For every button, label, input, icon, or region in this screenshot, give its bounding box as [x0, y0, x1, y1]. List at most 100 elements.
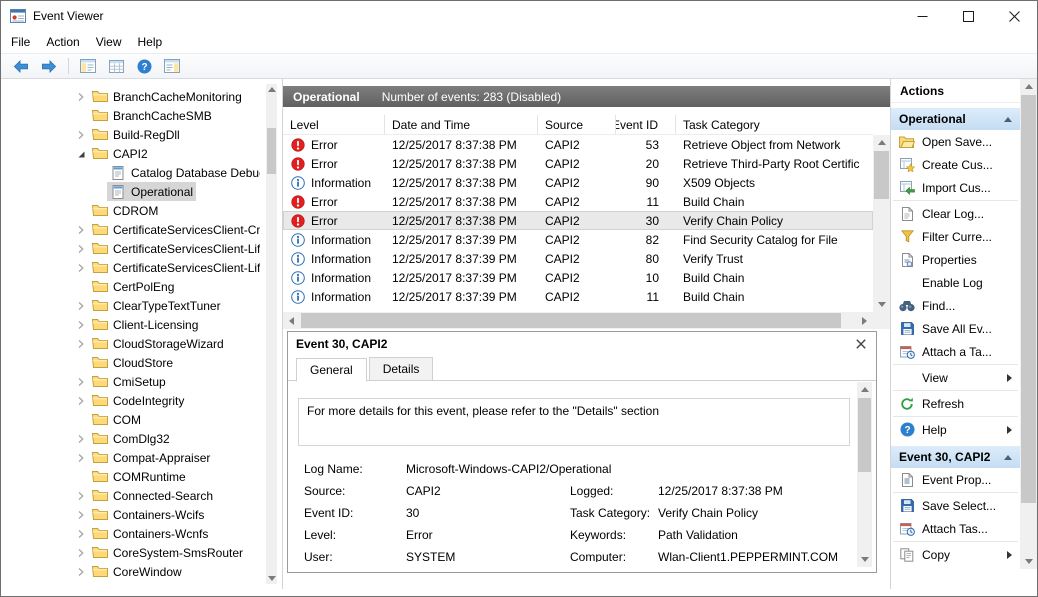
tree-item-cleartypetexttuner[interactable]: ClearTypeTextTuner [1, 296, 260, 315]
event-row[interactable]: Information12/25/2017 8:37:38 PMCAPI290X… [283, 173, 873, 192]
event-row[interactable]: Information12/25/2017 8:37:39 PMCAPI210B… [283, 268, 873, 287]
scroll-up-icon[interactable] [266, 84, 277, 95]
chevron-right-icon[interactable] [73, 92, 89, 102]
chevron-right-icon[interactable] [73, 263, 89, 273]
action-clear-log[interactable]: Clear Log... [891, 202, 1020, 225]
collapse-section-icon[interactable] [1004, 455, 1012, 460]
detail-scrollbar-thumb[interactable] [858, 398, 871, 472]
scroll-down-icon[interactable] [1020, 554, 1037, 569]
tree-item-comdlg32[interactable]: ComDlg32 [1, 429, 260, 448]
tree-item-comruntime[interactable]: COMRuntime [1, 467, 260, 486]
column-header-date-and-time[interactable]: Date and Time [385, 115, 538, 134]
tree-item-certificateservicesclient-cred[interactable]: CertificateServicesClient-Cred [1, 220, 260, 239]
tree-item-cdrom[interactable]: CDROM [1, 201, 260, 220]
tree-item-compat-appraiser[interactable]: Compat-Appraiser [1, 448, 260, 467]
event-list-vertical-scrollbar[interactable] [873, 135, 890, 312]
event-row[interactable]: Information12/25/2017 8:37:39 PMCAPI211B… [283, 287, 873, 306]
chevron-right-icon[interactable] [73, 130, 89, 140]
chevron-right-icon[interactable] [73, 453, 89, 463]
tree-item-coresystem-smsrouter[interactable]: CoreSystem-SmsRouter [1, 543, 260, 562]
chevron-right-icon[interactable] [73, 529, 89, 539]
tree-item-corewindow[interactable]: CoreWindow [1, 562, 260, 581]
chevron-right-icon[interactable] [73, 491, 89, 501]
chevron-right-icon[interactable] [73, 567, 89, 577]
chevron-right-icon[interactable] [73, 225, 89, 235]
menu-file[interactable]: File [3, 32, 38, 52]
event-list-scrollbar-thumb[interactable] [874, 151, 889, 199]
actions-scrollbar[interactable] [1020, 79, 1037, 569]
action-save-all-ev[interactable]: Save All Ev... [891, 317, 1020, 340]
event-row[interactable]: Error12/25/2017 8:37:38 PMCAPI211Build C… [283, 192, 873, 211]
chevron-down-icon[interactable] [73, 149, 89, 159]
action-create-cus[interactable]: Create Cus... [891, 153, 1020, 176]
menu-help[interactable]: Help [130, 32, 171, 52]
tree-item-cloudstoragewizard[interactable]: CloudStorageWizard [1, 334, 260, 353]
event-row[interactable]: Information12/25/2017 8:37:39 PMCAPI280V… [283, 249, 873, 268]
chevron-right-icon[interactable] [73, 548, 89, 558]
action-view[interactable]: View [891, 366, 1020, 389]
actions-section-header-event-30-capi2[interactable]: Event 30, CAPI2 [891, 446, 1020, 468]
actions-section-header-operational[interactable]: Operational [891, 108, 1020, 130]
actions-scrollbar-thumb[interactable] [1021, 95, 1036, 503]
scroll-down-icon[interactable] [857, 552, 872, 567]
event-list-horizontal-scrollbar[interactable] [283, 312, 873, 329]
tree-scrollbar-thumb[interactable] [267, 128, 276, 174]
action-find[interactable]: Find... [891, 294, 1020, 317]
collapse-section-icon[interactable] [1004, 117, 1012, 122]
chevron-right-icon[interactable] [73, 339, 89, 349]
tree-item-certpoleng[interactable]: CertPolEng [1, 277, 260, 296]
tree-item-branchcachemonitoring[interactable]: BranchCacheMonitoring [1, 87, 260, 106]
tree-item-containers-wcifs[interactable]: Containers-Wcifs [1, 505, 260, 524]
action-help[interactable]: ?Help [891, 418, 1020, 441]
event-row[interactable]: Error12/25/2017 8:37:38 PMCAPI230Verify … [283, 211, 873, 230]
tab-details[interactable]: Details [369, 357, 434, 381]
action-attach-tas[interactable]: Attach Tas... [891, 517, 1020, 540]
console-tree-button[interactable] [76, 55, 100, 77]
action-refresh[interactable]: Refresh [891, 392, 1020, 415]
action-pane-button[interactable] [160, 55, 184, 77]
tree-item-build-regdll[interactable]: Build-RegDll [1, 125, 260, 144]
action-import-cus[interactable]: Import Cus... [891, 176, 1020, 199]
column-header-event-id[interactable]: Event ID [616, 115, 676, 134]
close-button[interactable] [991, 1, 1037, 31]
tree-item-catalog-database-debug[interactable]: Catalog Database Debug [1, 163, 260, 182]
action-event-prop[interactable]: Event Prop... [891, 468, 1020, 491]
detail-close-icon[interactable] [854, 337, 868, 351]
action-enable-log[interactable]: Enable Log [891, 271, 1020, 294]
scroll-left-icon[interactable] [283, 312, 300, 329]
tree-item-containers-wcnfs[interactable]: Containers-Wcnfs [1, 524, 260, 543]
detail-scrollbar[interactable] [857, 382, 872, 567]
tree-item-certificateservicesclient-lifec[interactable]: CertificateServicesClient-Lifec [1, 258, 260, 277]
column-header-level[interactable]: Level [283, 115, 385, 134]
menu-action[interactable]: Action [38, 32, 87, 52]
scroll-down-icon[interactable] [873, 297, 890, 312]
tree-item-codeintegrity[interactable]: CodeIntegrity [1, 391, 260, 410]
action-open-save[interactable]: Open Save... [891, 130, 1020, 153]
tree-item-capi2[interactable]: CAPI2 [1, 144, 260, 163]
event-row[interactable]: Error12/25/2017 8:37:38 PMCAPI253Retriev… [283, 135, 873, 154]
tree-item-branchcachesmb[interactable]: BranchCacheSMB [1, 106, 260, 125]
chevron-right-icon[interactable] [73, 320, 89, 330]
scroll-up-icon[interactable] [1020, 79, 1037, 94]
action-copy[interactable]: Copy [891, 543, 1020, 566]
chevron-right-icon[interactable] [73, 244, 89, 254]
event-row[interactable]: Error12/25/2017 8:37:38 PMCAPI220Retriev… [283, 154, 873, 173]
event-row[interactable]: Information12/25/2017 8:37:39 PMCAPI282F… [283, 230, 873, 249]
tree-item-client-licensing[interactable]: Client-Licensing [1, 315, 260, 334]
chevron-right-icon[interactable] [73, 377, 89, 387]
tree-item-certificateservicesclient-lifec[interactable]: CertificateServicesClient-Lifec [1, 239, 260, 258]
maximize-button[interactable] [945, 1, 991, 31]
export-list-button[interactable] [104, 55, 128, 77]
scroll-right-icon[interactable] [856, 312, 873, 329]
tree-item-operational[interactable]: Operational [1, 182, 260, 201]
scroll-down-icon[interactable] [266, 573, 277, 584]
action-save-select[interactable]: Save Select... [891, 494, 1020, 517]
back-button[interactable] [9, 55, 33, 77]
tree-item-cloudstore[interactable]: CloudStore [1, 353, 260, 372]
menu-view[interactable]: View [88, 32, 130, 52]
tree-scrollbar[interactable] [266, 84, 277, 584]
action-attach-a-ta[interactable]: Attach a Ta... [891, 340, 1020, 363]
help-button[interactable]: ? [132, 55, 156, 77]
chevron-right-icon[interactable] [73, 434, 89, 444]
chevron-right-icon[interactable] [73, 301, 89, 311]
